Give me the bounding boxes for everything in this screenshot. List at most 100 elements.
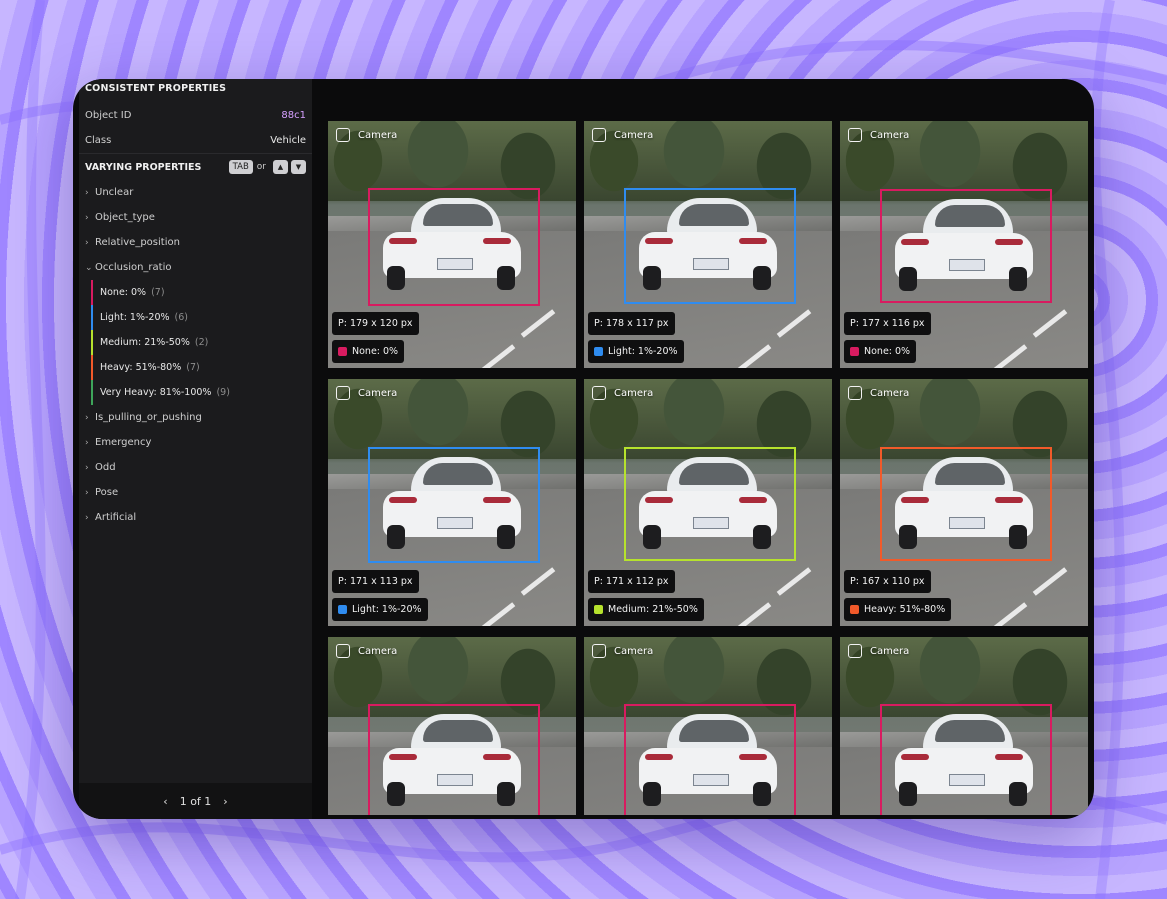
camera-label: Camera bbox=[848, 128, 909, 142]
camera-text: Camera bbox=[870, 129, 910, 141]
occlusion-tag-text: None: 0% bbox=[352, 346, 399, 357]
property-item-unclear[interactable]: › Unclear bbox=[79, 180, 312, 205]
select-checkbox[interactable] bbox=[592, 386, 606, 400]
chevron-right-icon: › bbox=[85, 237, 89, 248]
bounding-box[interactable] bbox=[624, 188, 796, 304]
bounding-box[interactable] bbox=[368, 447, 540, 563]
occlusion-value-item[interactable]: Heavy: 51%-80% (7) bbox=[91, 355, 312, 380]
camera-label: Camera bbox=[336, 386, 397, 400]
camera-label: Camera bbox=[592, 644, 653, 658]
chevron-right-icon: › bbox=[85, 512, 89, 523]
app-window: CONSISTENT PROPERTIES Object ID 88c1 Cla… bbox=[73, 79, 1094, 819]
size-tag: P: 178 x 117 px bbox=[588, 312, 675, 335]
select-checkbox[interactable] bbox=[336, 128, 350, 142]
property-item-object-type[interactable]: › Object_type bbox=[79, 205, 312, 230]
occlusion-value-count: (6) bbox=[174, 312, 189, 323]
prev-page-icon[interactable]: ‹ bbox=[163, 795, 167, 808]
size-tag: P: 171 x 112 px bbox=[588, 570, 675, 593]
bounding-box[interactable] bbox=[880, 189, 1052, 303]
property-label: Pose bbox=[95, 487, 119, 498]
occlusion-tag: None: 0% bbox=[332, 340, 405, 363]
next-page-icon[interactable]: › bbox=[223, 795, 227, 808]
image-tile[interactable]: Camera P: 178 x 117 px Light: 1%-20% bbox=[584, 121, 832, 368]
object-id-label: Object ID bbox=[85, 110, 132, 121]
camera-label: Camera bbox=[848, 386, 909, 400]
arrow-up-icon[interactable]: ▲ bbox=[273, 160, 288, 174]
property-label: Artificial bbox=[95, 512, 137, 523]
pagination: ‹ 1 of 1 › bbox=[79, 783, 312, 819]
bounding-box[interactable] bbox=[880, 447, 1052, 561]
image-tile[interactable]: Camera P: 171 x 113 px Light: 1%-20% bbox=[328, 379, 576, 626]
select-checkbox[interactable] bbox=[336, 386, 350, 400]
occlusion-value-item[interactable]: None: 0% (7) bbox=[91, 280, 312, 305]
select-checkbox[interactable] bbox=[336, 644, 350, 658]
image-tile[interactable]: Camera P: 177 x 116 px None: 0% bbox=[840, 121, 1088, 368]
select-checkbox[interactable] bbox=[848, 386, 862, 400]
chevron-right-icon: › bbox=[85, 412, 89, 423]
occlusion-value-item[interactable]: Light: 1%-20% (6) bbox=[91, 305, 312, 330]
occlusion-tag: Medium: 21%-50% bbox=[588, 598, 704, 621]
color-swatch-icon bbox=[850, 347, 859, 356]
occlusion-value-label: Very Heavy: 81%-100% bbox=[100, 387, 212, 398]
bounding-box[interactable] bbox=[880, 704, 1052, 815]
chevron-right-icon: › bbox=[85, 487, 89, 498]
property-item-emergency[interactable]: › Emergency bbox=[79, 430, 312, 455]
property-item-relative-position[interactable]: › Relative_position bbox=[79, 230, 312, 255]
select-checkbox[interactable] bbox=[848, 128, 862, 142]
image-tile[interactable]: Camera P: 167 x 110 px Heavy: 51%-80% bbox=[840, 379, 1088, 626]
chevron-right-icon: › bbox=[85, 187, 89, 198]
select-checkbox[interactable] bbox=[592, 644, 606, 658]
property-label: Object_type bbox=[95, 212, 155, 223]
property-item-odd[interactable]: › Odd bbox=[79, 455, 312, 480]
occlusion-tag: None: 0% bbox=[844, 340, 917, 363]
camera-text: Camera bbox=[358, 645, 398, 657]
occlusion-value-count: (9) bbox=[216, 387, 230, 398]
occlusion-tag: Light: 1%-20% bbox=[588, 340, 684, 363]
chevron-right-icon: › bbox=[85, 212, 89, 223]
camera-text: Camera bbox=[614, 645, 654, 657]
chevron-right-icon: › bbox=[85, 462, 89, 473]
page-indicator: 1 of 1 bbox=[179, 794, 212, 808]
bounding-box[interactable] bbox=[624, 704, 796, 815]
chevron-right-icon: › bbox=[85, 437, 89, 448]
property-item-is-pulling-or-pushing[interactable]: › Is_pulling_or_pushing bbox=[79, 405, 312, 430]
size-tag: P: 177 x 116 px bbox=[844, 312, 931, 335]
occlusion-value-item[interactable]: Very Heavy: 81%-100% (9) bbox=[91, 380, 312, 405]
image-tile[interactable]: Camera P: 171 x 112 px Medium: 21%-50% bbox=[584, 379, 832, 626]
property-label: Odd bbox=[95, 462, 116, 473]
camera-text: Camera bbox=[614, 129, 654, 141]
occlusion-value-count: (2) bbox=[194, 337, 209, 348]
bounding-box[interactable] bbox=[624, 447, 796, 561]
camera-label: Camera bbox=[336, 644, 397, 658]
occlusion-tag: Light: 1%-20% bbox=[332, 598, 428, 621]
bounding-box[interactable] bbox=[368, 188, 540, 306]
image-tile[interactable]: Camera P: 179 x 120 px None: 0% bbox=[328, 121, 576, 368]
property-label: Relative_position bbox=[95, 237, 180, 248]
occlusion-tag-text: Light: 1%-20% bbox=[608, 346, 678, 357]
tab-key-hint: TAB bbox=[228, 160, 253, 174]
image-tile[interactable]: Camera bbox=[840, 637, 1088, 815]
size-tag: P: 167 x 110 px bbox=[844, 570, 931, 593]
select-checkbox[interactable] bbox=[592, 128, 606, 142]
property-item-pose[interactable]: › Pose bbox=[79, 480, 312, 505]
occlusion-value-label: Heavy: 51%-80% bbox=[100, 362, 182, 373]
or-text: or bbox=[256, 162, 266, 172]
select-checkbox[interactable] bbox=[848, 644, 862, 658]
occlusion-value-label: Light: 1%-20% bbox=[100, 312, 170, 323]
object-id-row: Object ID 88c1 bbox=[79, 103, 312, 128]
occlusion-value-item[interactable]: Medium: 21%-50% (2) bbox=[91, 330, 312, 355]
image-tile[interactable]: Camera bbox=[584, 637, 832, 815]
arrow-down-icon[interactable]: ▼ bbox=[291, 160, 306, 174]
size-tag: P: 171 x 113 px bbox=[332, 570, 419, 593]
property-item-artificial[interactable]: › Artificial bbox=[79, 505, 312, 530]
camera-text: Camera bbox=[358, 387, 398, 399]
occlusion-tag-text: Medium: 21%-50% bbox=[608, 604, 698, 615]
occlusion-tag-text: Heavy: 51%-80% bbox=[864, 604, 946, 615]
occlusion-tag: Heavy: 51%-80% bbox=[844, 598, 952, 621]
occlusion-tag-text: None: 0% bbox=[864, 346, 911, 357]
class-value: Vehicle bbox=[270, 135, 306, 146]
property-item-occlusion-ratio[interactable]: ⌄ Occlusion_ratio bbox=[79, 255, 312, 280]
color-swatch-icon bbox=[594, 347, 603, 356]
bounding-box[interactable] bbox=[368, 704, 540, 815]
image-tile[interactable]: Camera bbox=[328, 637, 576, 815]
